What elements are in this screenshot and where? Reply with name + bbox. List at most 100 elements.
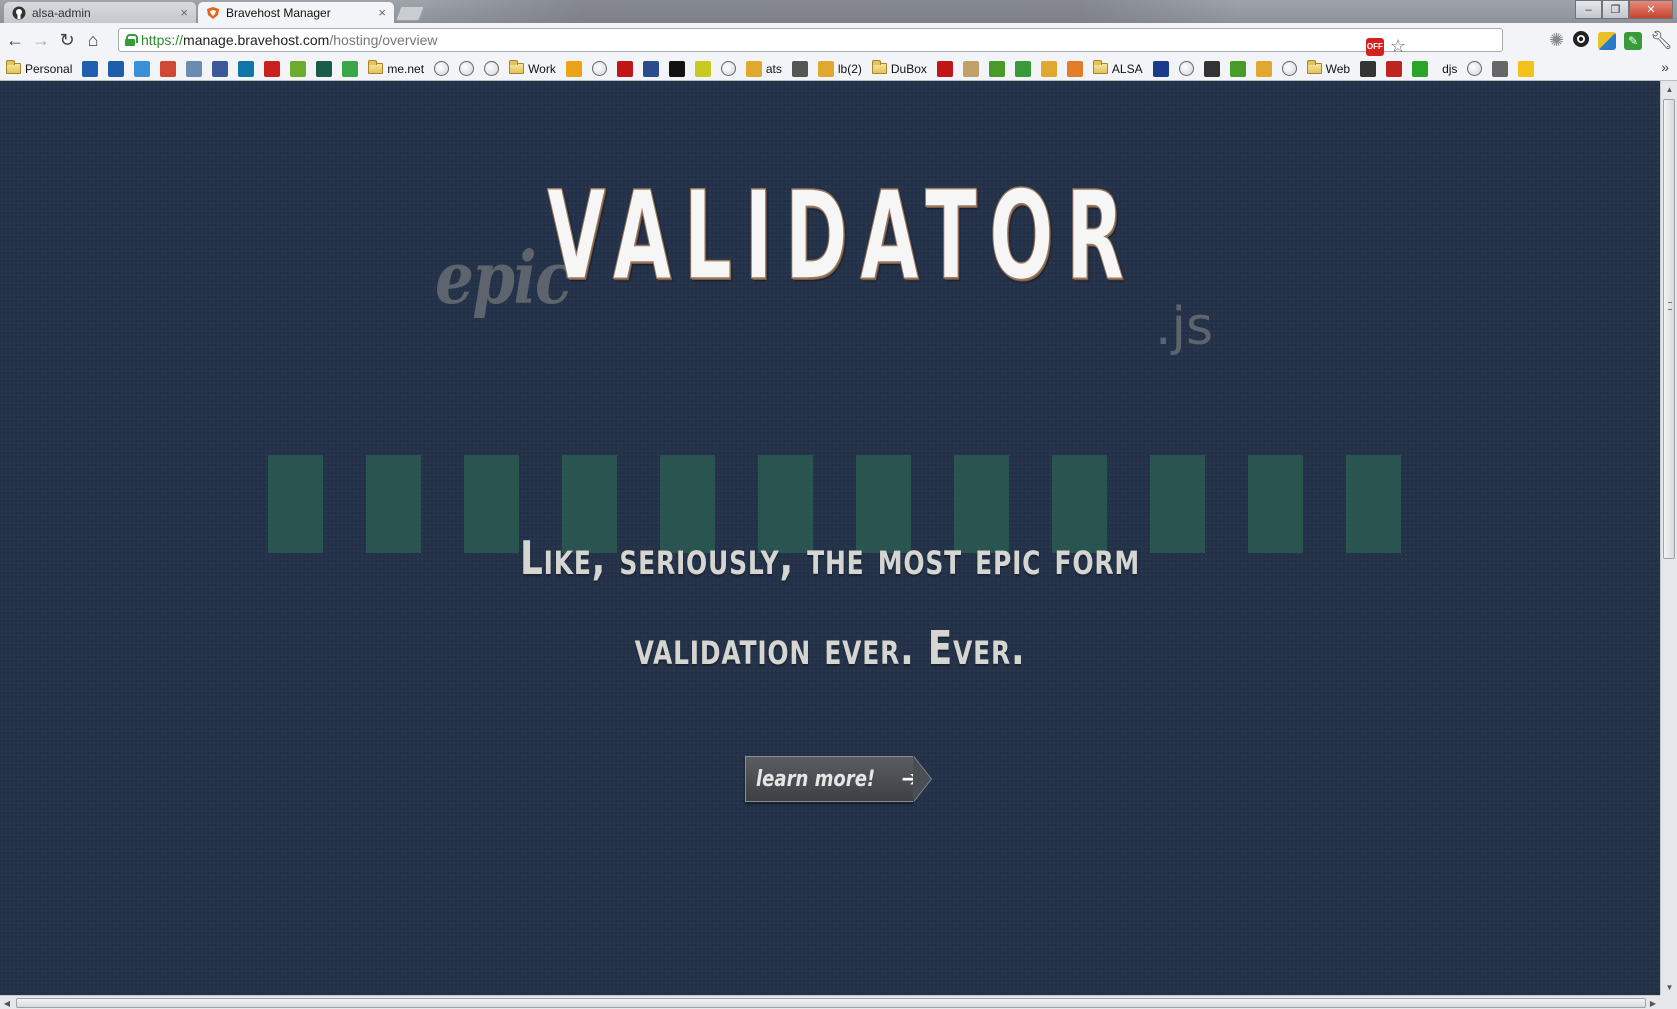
- bookmark-item[interactable]: [988, 60, 1005, 78]
- tab-bravehost-manager[interactable]: Bravehost Manager ×: [198, 2, 394, 23]
- tab-alsa-admin[interactable]: alsa-admin ×: [4, 2, 196, 23]
- bookmark-item[interactable]: [212, 60, 229, 78]
- bookmark-item[interactable]: [434, 60, 450, 78]
- bookmark-item[interactable]: [1412, 60, 1429, 78]
- scroll-right-icon[interactable]: ▶: [1646, 996, 1660, 1009]
- gear-icon[interactable]: ✺: [1549, 30, 1564, 51]
- bookmark-item[interactable]: [791, 60, 808, 78]
- hero-tagline: Like, seriously, the most epic form vali…: [417, 513, 1244, 693]
- close-tab-icon[interactable]: ×: [180, 5, 188, 20]
- address-bar[interactable]: https://manage.bravehost.com/hosting/ove…: [118, 28, 1503, 56]
- learn-more-button-body[interactable]: learn more! ➔: [745, 756, 920, 802]
- bookmark-item[interactable]: [565, 60, 582, 78]
- close-window-icon[interactable]: ✕: [1629, 0, 1673, 19]
- bookmark-folder[interactable]: Work: [509, 60, 556, 78]
- bookmark-item[interactable]: ats: [745, 60, 782, 78]
- forward-arrow-icon[interactable]: →: [28, 27, 54, 53]
- back-arrow-icon[interactable]: ←: [2, 27, 28, 53]
- bookmark-item[interactable]: [484, 60, 500, 78]
- home-icon[interactable]: ⌂: [80, 27, 106, 53]
- bookmark-item[interactable]: [1152, 60, 1169, 78]
- chrome-circle-icon[interactable]: [1572, 30, 1590, 51]
- folder-icon: [1306, 60, 1322, 74]
- record-icon: [936, 60, 953, 77]
- scroll-left-icon[interactable]: ◀: [0, 996, 14, 1009]
- bookmark-item[interactable]: [616, 60, 633, 78]
- bookmark-item[interactable]: [1178, 60, 1194, 78]
- bookmark-item[interactable]: [1386, 60, 1403, 78]
- bookmark-item[interactable]: [459, 60, 475, 78]
- horizontal-scroll-thumb[interactable]: [16, 998, 1646, 1008]
- restore-icon[interactable]: ❐: [1602, 0, 1629, 19]
- vertical-scroll-thumb[interactable]: [1663, 99, 1675, 559]
- bookmark-item[interactable]: [1492, 60, 1509, 78]
- bookmark-item[interactable]: [1467, 60, 1483, 78]
- bookmark-item[interactable]: [134, 60, 151, 78]
- evernote-icon[interactable]: ✎: [1624, 31, 1643, 50]
- learn-more-label: learn more!: [756, 766, 876, 792]
- ibm-icon: [1152, 60, 1169, 77]
- bookmark-folder[interactable]: me.net: [368, 60, 424, 78]
- bookmark-item[interactable]: [642, 60, 659, 78]
- bookmark-star-icon[interactable]: ☆: [1390, 36, 1406, 57]
- bookmark-item[interactable]: [108, 60, 125, 78]
- bookmark-folder[interactable]: DuBox: [871, 60, 927, 78]
- scroll-up-icon[interactable]: ▲: [1661, 81, 1677, 97]
- bravehost-shield-icon: [206, 6, 220, 20]
- folder-icon: [368, 60, 384, 74]
- page-viewport: epic VALIDATOR .js Like, seriously, the …: [0, 81, 1660, 995]
- bookmark-item[interactable]: [290, 60, 307, 78]
- bookmark-item[interactable]: djs: [1438, 60, 1457, 78]
- youtube-icon: [264, 60, 281, 77]
- bookmark-item[interactable]: [342, 60, 359, 78]
- bookmark-item[interactable]: [720, 60, 736, 78]
- folder-icon: [509, 60, 525, 74]
- tagline-line-2: validation ever. Ever.: [634, 621, 1026, 675]
- bookmark-folder[interactable]: Web: [1306, 60, 1350, 78]
- bookmark-label: ALSA: [1111, 61, 1143, 76]
- bookmark-item[interactable]: [238, 60, 255, 78]
- tab-title: Bravehost Manager: [226, 5, 331, 20]
- learn-more-button-tip[interactable]: [913, 756, 931, 802]
- bookmark-folder[interactable]: ALSA: [1092, 60, 1143, 78]
- bookmark-item[interactable]: [1360, 60, 1377, 78]
- learn-more-button[interactable]: learn more! ➔: [745, 756, 931, 802]
- bookmark-item[interactable]: [1255, 60, 1272, 78]
- bookmark-item[interactable]: [1066, 60, 1083, 78]
- globe-icon: [459, 61, 475, 76]
- wrench-icon[interactable]: 🔧︎: [1650, 30, 1673, 51]
- bookmark-item[interactable]: [186, 60, 203, 78]
- bookmark-item[interactable]: [962, 60, 979, 78]
- bookmark-item[interactable]: [1518, 60, 1535, 78]
- minimize-icon[interactable]: –: [1575, 0, 1602, 19]
- adblock-off-icon[interactable]: OFF: [1365, 37, 1384, 56]
- bookmark-label: DuBox: [890, 61, 927, 76]
- bookmark-item[interactable]: [1040, 60, 1057, 78]
- bookmark-item[interactable]: [694, 60, 711, 78]
- extension-grid-icon[interactable]: [1598, 31, 1617, 50]
- bookmark-item[interactable]: [936, 60, 953, 78]
- globe-icon: [1467, 61, 1483, 76]
- vertical-scrollbar[interactable]: ▲ ▼: [1660, 81, 1677, 995]
- cactus-icon: [988, 60, 1005, 77]
- bookmark-item[interactable]: [82, 60, 99, 78]
- url-scheme: https://: [141, 32, 184, 48]
- close-tab-icon[interactable]: ×: [378, 5, 386, 20]
- bookmark-item[interactable]: [160, 60, 177, 78]
- bookmark-item[interactable]: lb(2): [817, 60, 862, 78]
- bookmark-item[interactable]: [264, 60, 281, 78]
- more-bookmarks-icon[interactable]: »: [1661, 59, 1669, 75]
- bookmark-item[interactable]: [1229, 60, 1246, 78]
- bookmark-item[interactable]: [591, 60, 607, 78]
- horizontal-scrollbar[interactable]: ◀ ▶: [0, 995, 1660, 1009]
- bookmark-item[interactable]: [668, 60, 685, 78]
- bookmark-folder[interactable]: Personal: [6, 60, 72, 78]
- bookmark-item[interactable]: [316, 60, 333, 78]
- globe-icon: [591, 61, 607, 76]
- scroll-down-icon[interactable]: ▼: [1661, 979, 1677, 995]
- reload-icon[interactable]: ↻: [54, 27, 80, 53]
- tab-strip: alsa-admin × Bravehost Manager × – ❐ ✕: [0, 0, 1677, 23]
- bookmark-item[interactable]: [1281, 60, 1297, 78]
- bookmark-item[interactable]: [1014, 60, 1031, 78]
- bookmark-item[interactable]: [1203, 60, 1220, 78]
